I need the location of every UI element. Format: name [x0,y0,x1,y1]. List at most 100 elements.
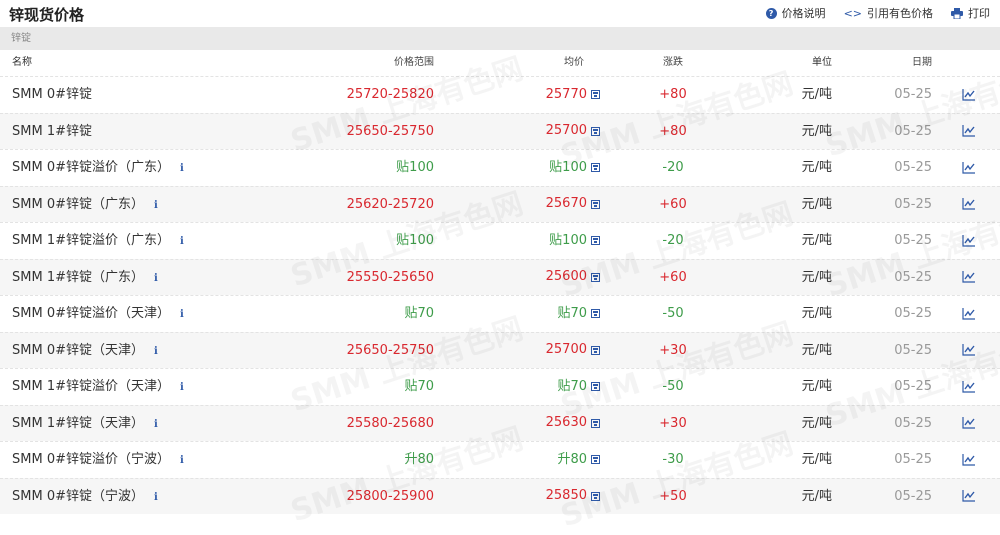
trend-chart-icon[interactable] [962,187,976,223]
row-change: +30 [659,342,687,358]
info-icon[interactable]: i [154,407,158,443]
cite-price-link[interactable]: <> 引用有色价格 [844,5,933,21]
info-icon[interactable]: i [154,334,158,370]
row-range: 贴100 [396,160,434,175]
trend-chart-icon[interactable] [962,442,976,478]
row-name-text: SMM 1#锌锭（广东） [12,269,144,285]
calendar-icon[interactable] [591,455,600,465]
row-avg-value: 25630 [545,415,587,431]
price-explanation-link[interactable]: ? 价格说明 [765,5,826,21]
row-change: +60 [659,196,687,212]
row-avg-value: 25600 [545,269,587,285]
page-header: 锌现货价格 ? 价格说明 <> 引用有色价格 打印 [0,0,1000,27]
trend-chart-icon[interactable] [962,369,976,405]
calendar-icon[interactable] [591,199,600,209]
row-name: SMM 1#锌锭溢价（广东） i [12,223,184,260]
row-change: +80 [659,123,687,139]
calendar-icon[interactable] [591,309,600,319]
cite-price-label: 引用有色价格 [867,7,933,20]
table-body: SMM 0#锌锭 25720-25820 25770 +80 元/吨 05-25 SMM 1… [0,76,1000,514]
trend-chart-icon[interactable] [962,333,976,369]
trend-chart-icon[interactable] [962,77,976,113]
page-title: 锌现货价格 [9,6,85,24]
table-row: SMM 1#锌锭 25650-25750 25700 +80 元/吨 05-25 [0,112,1000,150]
row-unit: 元/吨 [801,196,832,212]
table-row: SMM 0#锌锭溢价（宁波） i 升80 升80 -30 元/吨 05-25 [0,441,1000,478]
info-icon[interactable]: i [180,224,184,260]
row-unit: 元/吨 [801,269,832,285]
row-avg-value: 贴100 [549,232,587,248]
row-date: 05-25 [894,233,932,248]
calendar-icon[interactable] [591,491,600,501]
col-range: 价格范围 [394,57,434,68]
table-header: 名称 价格范围 均价 涨跌 单位 日期 [0,50,1000,76]
header-links: ? 价格说明 <> 引用有色价格 打印 [765,5,990,21]
row-unit: 元/吨 [801,415,832,431]
row-change: -50 [662,379,684,394]
row-change: +50 [659,488,687,504]
trend-chart-icon[interactable] [962,406,976,442]
row-date: 05-25 [894,452,932,467]
col-unit: 单位 [812,57,832,68]
row-range: 25620-25720 [346,196,434,212]
row-date: 05-25 [894,87,932,102]
row-range: 贴100 [396,233,434,248]
row-name-text: SMM 0#锌锭 [12,87,92,102]
row-range: 贴70 [404,379,434,394]
row-date: 05-25 [894,306,932,321]
calendar-icon[interactable] [591,236,600,246]
row-avg-value: 贴100 [549,159,587,175]
row-name-text: SMM 0#锌锭溢价（宁波） [12,452,170,467]
row-unit: 元/吨 [801,488,832,504]
table-row: SMM 1#锌锭溢价（广东） i 贴100 贴100 -20 元/吨 05-25 [0,222,1000,259]
table-row: SMM 0#锌锭 25720-25820 25770 +80 元/吨 05-25 [0,76,1000,113]
table-row: SMM 1#锌锭（天津） i 25580-25680 25630 +30 元/吨 05-25 [0,404,1000,443]
trend-chart-icon[interactable] [962,296,976,332]
calendar-icon[interactable] [591,418,600,428]
info-icon[interactable]: i [180,443,184,479]
trend-chart-icon[interactable] [962,114,976,150]
row-name: SMM 0#锌锭 [12,77,92,113]
row-change: -50 [662,306,684,321]
table-row: SMM 0#锌锭溢价（广东） i 贴100 贴100 -20 元/吨 05-25 [0,149,1000,186]
row-name-text: SMM 1#锌锭溢价（广东） [12,233,170,248]
row-avg: 25630 [546,406,600,442]
row-change: -30 [662,452,684,467]
row-name: SMM 1#锌锭 [12,114,92,150]
row-change: +60 [659,269,687,285]
row-range: 25800-25900 [346,488,434,504]
row-name-text: SMM 0#锌锭溢价（天津） [12,306,170,321]
trend-chart-icon[interactable] [962,150,976,186]
row-avg-value: 25700 [545,123,587,139]
col-avg: 均价 [564,57,584,68]
row-name: SMM 0#锌锭（广东） i [12,187,158,224]
calendar-icon[interactable] [591,90,600,100]
info-icon[interactable]: i [180,370,184,406]
row-avg: 25670 [546,187,600,223]
row-avg: 贴70 [557,296,600,332]
price-explanation-label: 价格说明 [781,7,826,20]
row-avg: 25770 [546,77,600,113]
row-unit: 元/吨 [801,342,832,358]
row-avg: 贴70 [557,369,600,405]
trend-chart-icon[interactable] [962,223,976,259]
calendar-icon[interactable] [591,382,600,392]
row-date: 05-25 [894,415,932,431]
info-icon[interactable]: i [180,297,184,333]
row-avg-value: 升80 [557,451,587,467]
calendar-icon[interactable] [591,163,600,173]
calendar-icon[interactable] [591,345,600,355]
trend-chart-icon[interactable] [962,260,976,296]
row-name: SMM 0#锌锭（天津） i [12,333,158,370]
question-circle-icon: ? [765,7,777,19]
calendar-icon[interactable] [591,126,600,136]
print-link[interactable]: 打印 [951,5,990,21]
row-avg: 25850 [546,479,600,515]
info-icon[interactable]: i [154,261,158,297]
section-bar: 锌锭 [0,27,1000,50]
info-icon[interactable]: i [180,151,184,187]
info-icon[interactable]: i [154,480,158,516]
info-icon[interactable]: i [154,188,158,224]
trend-chart-icon[interactable] [962,479,976,515]
calendar-icon[interactable] [591,272,600,282]
